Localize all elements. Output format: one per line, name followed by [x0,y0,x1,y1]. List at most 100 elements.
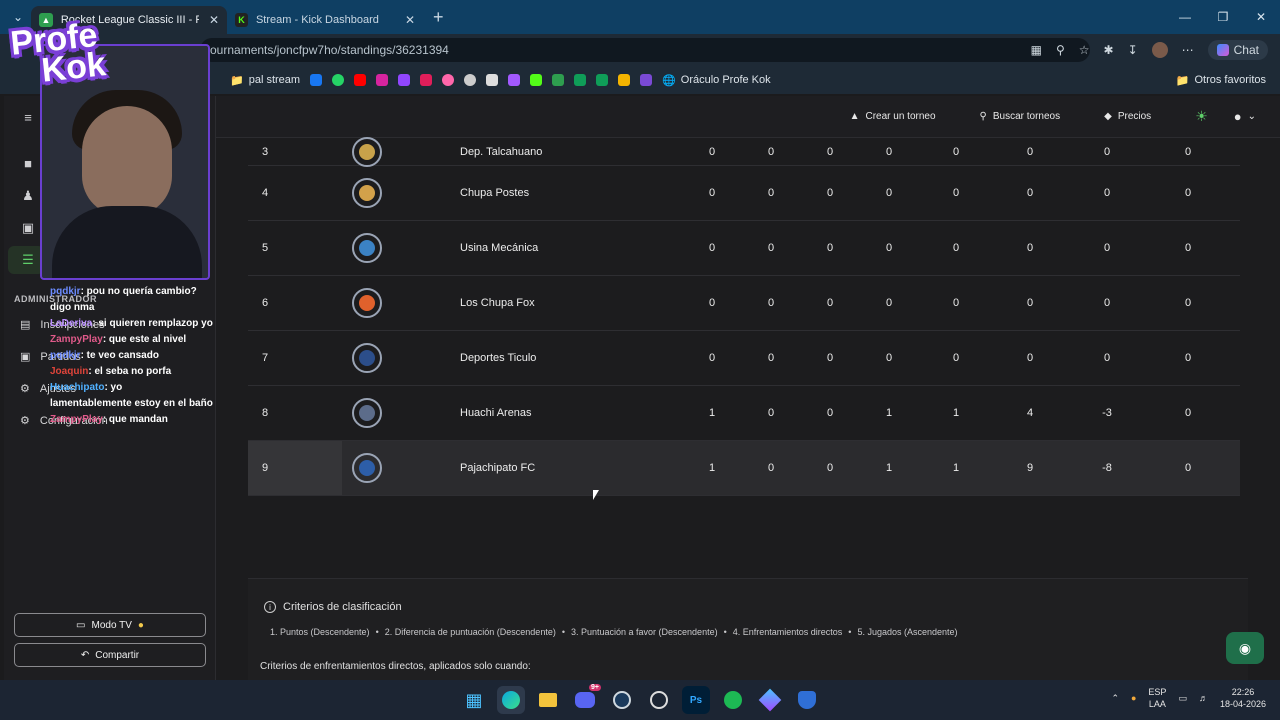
browser-toolbar: ▦ ⚲ ☆ ✱ ↧ ⋯ Chat [1031,40,1268,60]
bullet-separator: • [375,627,379,637]
stat-cell: 0 [767,462,775,474]
obs-icon[interactable] [645,686,673,714]
stat-cell: 1 [952,462,960,474]
search-icon: ⚲ [979,111,987,122]
profile-avatar[interactable] [1151,42,1168,58]
discord-icon[interactable]: 9+ [571,684,601,714]
osu-icon[interactable] [442,74,455,86]
table-row[interactable]: 7 Deportes Ticulo 0 0 0 0 0 0 0 0 [248,331,1240,386]
bookmark-others[interactable]: 📁 Otros favoritos [1176,74,1266,87]
team-name[interactable]: Usina Mecánica [460,242,710,254]
close-window-icon[interactable]: ✕ [1242,10,1280,24]
table-row[interactable]: 3 Dep. Talcahuano 0 0 0 0 0 0 0 0 [248,136,1240,167]
top-navigation: ▲ Crear un torneo ⚲ Buscar torneos ◆ Pre… [216,96,1280,138]
sheets-icon[interactable] [596,74,609,86]
support-chat-button[interactable]: ◉ [1226,632,1264,664]
table-row[interactable]: 5 Usina Mecánica 0 0 0 0 0 0 0 0 [248,221,1240,276]
close-tab-icon[interactable]: ✕ [405,13,415,27]
rocket-league-icon[interactable] [793,686,821,714]
steam-icon[interactable] [608,686,636,714]
search-tournaments-link[interactable]: ⚲ Buscar torneos [980,111,1061,122]
stat-cell: 0 [885,352,893,364]
trophy-icon[interactable] [552,74,565,86]
table-row[interactable]: 9 Pajachipato FC 1 0 0 1 1 9 -8 0 [248,441,1240,496]
team-name[interactable]: Huachi Arenas [460,407,710,419]
figma-icon[interactable] [508,74,521,86]
download-icon[interactable]: ↧ [1128,43,1138,57]
language-indicator[interactable]: ESP LAA [1148,686,1166,710]
extensions-icon[interactable]: ✱ [1104,43,1114,57]
bookmark-oraculo[interactable]: 🌐 Oráculo Profe Kok [662,74,771,87]
collapse-menu-icon[interactable]: ≡ [20,110,36,126]
stat-cell: 1 [952,407,960,419]
team-logo [352,233,382,263]
volume-icon[interactable]: ♬ [1199,693,1208,703]
stat-cell: 0 [952,187,960,199]
price-tag-icon: ◆ [1104,111,1112,122]
create-tournament-link[interactable]: ▲ Crear un torneo [850,111,936,122]
table-row[interactable]: 4 Chupa Postes 0 0 0 0 0 0 0 0 [248,166,1240,221]
photoshop-icon[interactable]: Ps [682,686,710,714]
table-row[interactable]: 8 Huachi Arenas 1 0 0 1 1 4 -3 0 [248,386,1240,441]
slack-icon[interactable] [420,74,433,86]
stat-cell: 0 [826,242,834,254]
zoom-icon[interactable]: ⚲ [1056,43,1065,57]
chat-text: : si quieren remplazop yo [92,318,213,329]
team-name[interactable]: Chupa Postes [460,187,710,199]
chevron-up-icon[interactable]: ⌃ [1111,693,1119,704]
sticky-app-icon[interactable] [756,686,784,714]
notes-icon[interactable] [486,74,499,86]
sheets-icon[interactable] [574,74,587,86]
stat-cell: 0 [767,352,775,364]
gift-icon[interactable] [618,74,631,86]
schedule-icon[interactable]: ▣ [20,220,36,236]
position: 4 [262,187,269,199]
criteria-item: 2. Diferencia de puntuación (Descendente… [384,627,556,637]
new-tab-plus-icon[interactable]: + [433,7,444,28]
button-label: Modo TV [91,619,132,631]
chatgpt-icon[interactable] [464,74,477,86]
tab-kick-dashboard[interactable]: K Stream - Kick Dashboard ✕ [227,6,423,34]
file-explorer-icon[interactable] [534,686,562,714]
microphone-icon[interactable]: ● [1131,693,1136,703]
favorite-star-icon[interactable]: ☆ [1079,43,1090,57]
dashboard-icon[interactable]: ■ [20,156,36,172]
criteria-heading: i Criterios de clasificación [264,601,402,613]
instagram-icon[interactable] [376,74,389,86]
close-tab-icon[interactable]: ✕ [209,13,219,27]
team-logo [352,343,382,373]
url-field[interactable]: ournaments/joncfpw7ho/standings/36231394 [200,38,1090,62]
more-options-icon[interactable]: ⋯ [1182,43,1194,57]
stat-cell: 0 [767,187,775,199]
apps-icon[interactable]: ▦ [1031,43,1042,57]
participants-icon[interactable]: ♟ [20,188,36,204]
stat-cell: 0 [952,297,960,309]
clock[interactable]: 22:26 18-04-2026 [1220,686,1266,710]
account-menu[interactable]: ● ⌄ [1234,109,1256,124]
share-button[interactable]: ↶ Compartir [14,643,206,667]
tv-mode-button[interactable]: ▭ Modo TV ● [14,613,206,637]
folder-icon: 📁 [1175,74,1190,87]
restore-icon[interactable]: ❐ [1204,10,1242,24]
whatsapp-icon[interactable] [332,74,345,86]
youtube-icon[interactable] [354,74,367,86]
spotify-icon[interactable] [719,686,747,714]
team-name[interactable]: Los Chupa Fox [460,297,710,309]
copilot-chat-button[interactable]: Chat [1207,40,1268,60]
bookmark-pal-stream[interactable]: 📁 pal stream [230,74,300,87]
list-icon[interactable] [640,74,653,86]
theme-toggle[interactable]: ☀ [1195,108,1208,125]
start-windows-icon[interactable]: ▦ [460,686,488,714]
logo-cell [342,233,460,263]
kick-icon[interactable] [530,74,543,86]
team-name[interactable]: Pajachipato FC [460,462,710,474]
team-name[interactable]: Deportes Ticulo [460,352,710,364]
edge-icon[interactable] [497,686,525,714]
table-row[interactable]: 6 Los Chupa Fox 0 0 0 0 0 0 0 0 [248,276,1240,331]
twitch-icon[interactable] [398,74,411,86]
pricing-link[interactable]: ◆ Precios [1104,111,1151,122]
network-icon[interactable]: ▭ [1178,693,1187,704]
team-name[interactable]: Dep. Talcahuano [460,146,710,158]
minimize-icon[interactable]: — [1166,10,1204,24]
facebook-icon[interactable] [310,74,323,86]
